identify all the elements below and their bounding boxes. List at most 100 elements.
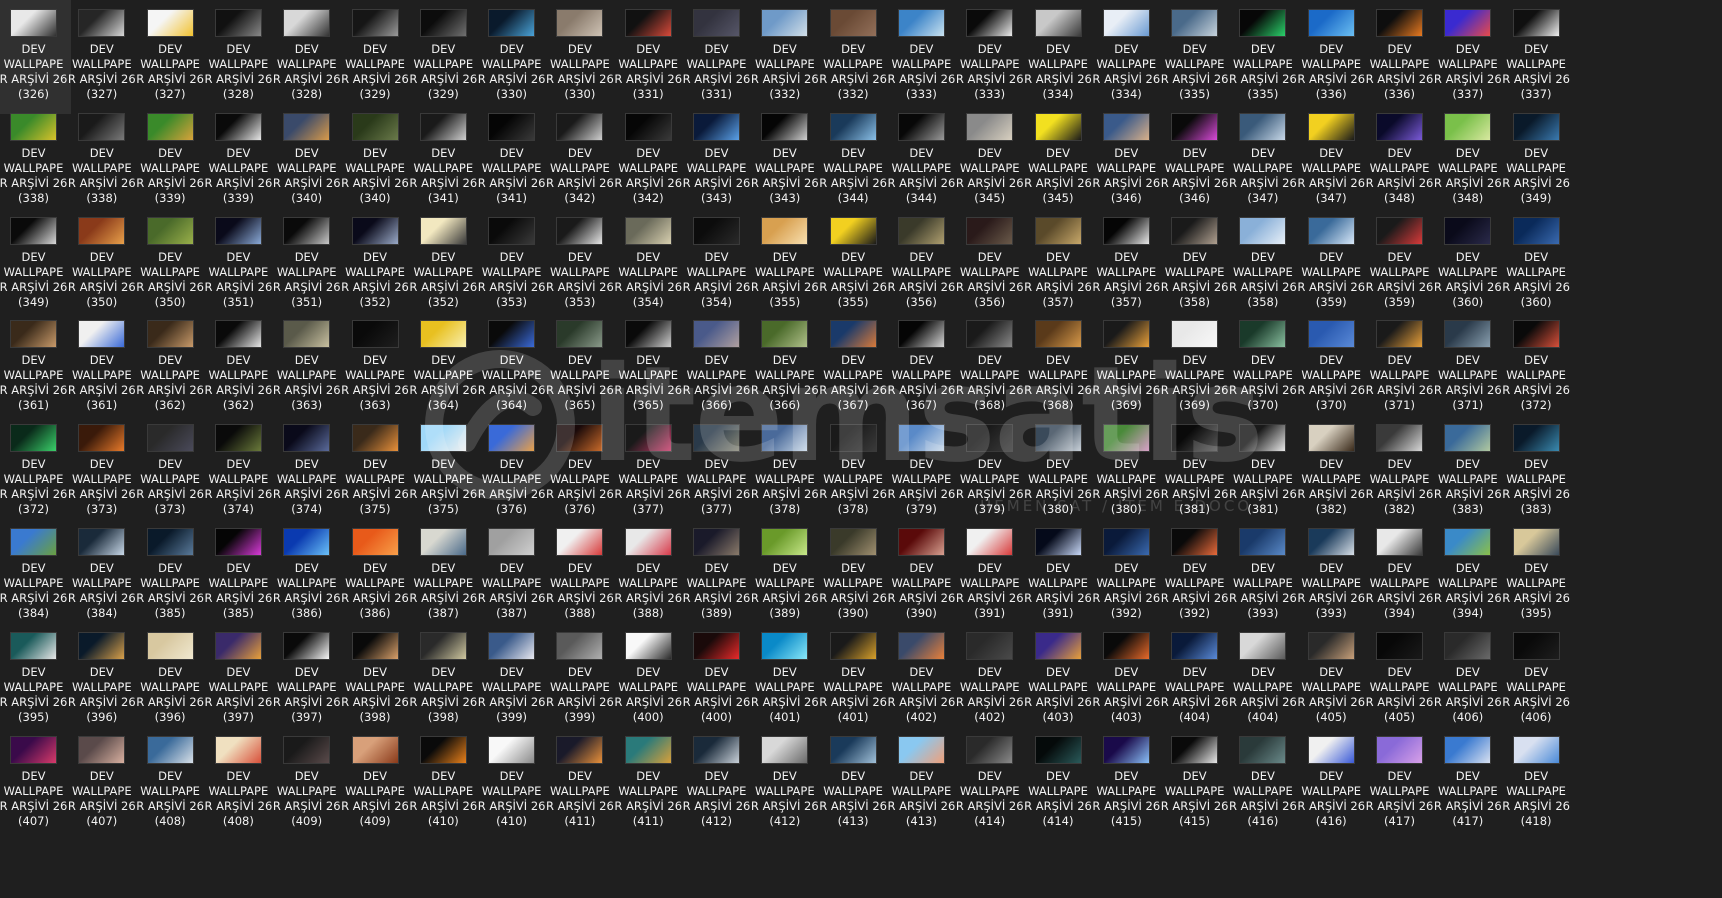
file-item[interactable]: DEV WALLPAPE R ARŞİVİ 26 (369) bbox=[1157, 311, 1232, 425]
file-item[interactable]: DEV WALLPAPE R ARŞİVİ 26 (331) bbox=[679, 0, 754, 114]
file-item[interactable]: DEV WALLPAPE R ARŞİVİ 26 (382) bbox=[1294, 415, 1369, 529]
file-item[interactable]: DEV WALLPAPE R ARŞİVİ 26 (394) bbox=[1430, 519, 1505, 633]
file-item[interactable]: DEV WALLPAPE R ARŞİVİ 26 (333) bbox=[952, 0, 1027, 114]
file-item[interactable]: DEV WALLPAPE R ARŞİVİ 26 (351) bbox=[269, 208, 344, 322]
file-item[interactable]: DEV WALLPAPE R ARŞİVİ 26 (354) bbox=[679, 208, 754, 322]
file-item[interactable]: DEV WALLPAPE R ARŞİVİ 26 (400) bbox=[611, 623, 686, 737]
file-item[interactable]: DEV WALLPAPE R ARŞİVİ 26 (378) bbox=[816, 415, 891, 529]
file-item[interactable]: DEV WALLPAPE R ARŞİVİ 26 (376) bbox=[542, 415, 617, 529]
file-item[interactable]: DEV WALLPAPE R ARŞİVİ 26 (360) bbox=[1430, 208, 1505, 322]
file-item[interactable]: DEV WALLPAPE R ARŞİVİ 26 (364) bbox=[406, 311, 481, 425]
file-item[interactable]: DEV WALLPAPE R ARŞİVİ 26 (331) bbox=[611, 0, 686, 114]
file-item[interactable]: DEV WALLPAPE R ARŞİVİ 26 (340) bbox=[338, 104, 413, 218]
file-item[interactable]: DEV WALLPAPE R ARŞİVİ 26 (349) bbox=[0, 208, 71, 322]
file-item[interactable]: DEV WALLPAPE R ARŞİVİ 26 (406) bbox=[1499, 623, 1574, 737]
file-item[interactable]: DEV WALLPAPE R ARŞİVİ 26 (342) bbox=[542, 104, 617, 218]
file-item[interactable]: DEV WALLPAPE R ARŞİVİ 26 (417) bbox=[1430, 727, 1505, 841]
file-item[interactable]: DEV WALLPAPE R ARŞİVİ 26 (411) bbox=[542, 727, 617, 841]
file-item[interactable]: DEV WALLPAPE R ARŞİVİ 26 (381) bbox=[1157, 415, 1232, 529]
file-item[interactable]: DEV WALLPAPE R ARŞİVİ 26 (358) bbox=[1157, 208, 1232, 322]
file-item[interactable]: DEV WALLPAPE R ARŞİVİ 26 (385) bbox=[201, 519, 276, 633]
file-item[interactable]: DEV WALLPAPE R ARŞİVİ 26 (330) bbox=[542, 0, 617, 114]
file-item[interactable]: DEV WALLPAPE R ARŞİVİ 26 (405) bbox=[1362, 623, 1437, 737]
file-item[interactable]: DEV WALLPAPE R ARŞİVİ 26 (348) bbox=[1362, 104, 1437, 218]
file-item[interactable]: DEV WALLPAPE R ARŞİVİ 26 (350) bbox=[133, 208, 208, 322]
file-item[interactable]: DEV WALLPAPE R ARŞİVİ 26 (401) bbox=[816, 623, 891, 737]
file-item[interactable]: DEV WALLPAPE R ARŞİVİ 26 (346) bbox=[1089, 104, 1164, 218]
file-item[interactable]: DEV WALLPAPE R ARŞİVİ 26 (402) bbox=[952, 623, 1027, 737]
file-item[interactable]: DEV WALLPAPE R ARŞİVİ 26 (343) bbox=[679, 104, 754, 218]
file-item[interactable]: DEV WALLPAPE R ARŞİVİ 26 (373) bbox=[64, 415, 139, 529]
file-item[interactable]: DEV WALLPAPE R ARŞİVİ 26 (367) bbox=[884, 311, 959, 425]
file-item[interactable]: DEV WALLPAPE R ARŞİVİ 26 (379) bbox=[952, 415, 1027, 529]
file-item[interactable]: DEV WALLPAPE R ARŞİVİ 26 (382) bbox=[1362, 415, 1437, 529]
file-item[interactable]: DEV WALLPAPE R ARŞİVİ 26 (379) bbox=[884, 415, 959, 529]
file-item[interactable]: DEV WALLPAPE R ARŞİVİ 26 (387) bbox=[474, 519, 549, 633]
file-item[interactable]: DEV WALLPAPE R ARŞİVİ 26 (340) bbox=[269, 104, 344, 218]
file-item[interactable]: DEV WALLPAPE R ARŞİVİ 26 (346) bbox=[1157, 104, 1232, 218]
file-item[interactable]: DEV WALLPAPE R ARŞİVİ 26 (413) bbox=[816, 727, 891, 841]
file-item[interactable]: DEV WALLPAPE R ARŞİVİ 26 (377) bbox=[679, 415, 754, 529]
file-item[interactable]: DEV WALLPAPE R ARŞİVİ 26 (403) bbox=[1089, 623, 1164, 737]
file-item[interactable]: DEV WALLPAPE R ARŞİVİ 26 (377) bbox=[611, 415, 686, 529]
file-item[interactable]: DEV WALLPAPE R ARŞİVİ 26 (327) bbox=[133, 0, 208, 114]
file-item[interactable]: DEV WALLPAPE R ARŞİVİ 26 (347) bbox=[1225, 104, 1300, 218]
file-item[interactable]: DEV WALLPAPE R ARŞİVİ 26 (403) bbox=[1021, 623, 1096, 737]
file-item[interactable]: DEV WALLPAPE R ARŞİVİ 26 (371) bbox=[1362, 311, 1437, 425]
file-item[interactable]: DEV WALLPAPE R ARŞİVİ 26 (356) bbox=[952, 208, 1027, 322]
file-item[interactable]: DEV WALLPAPE R ARŞİVİ 26 (348) bbox=[1430, 104, 1505, 218]
file-item[interactable]: DEV WALLPAPE R ARŞİVİ 26 (380) bbox=[1089, 415, 1164, 529]
file-item[interactable]: DEV WALLPAPE R ARŞİVİ 26 (351) bbox=[201, 208, 276, 322]
file-item[interactable]: DEV WALLPAPE R ARŞİVİ 26 (386) bbox=[338, 519, 413, 633]
file-item[interactable]: DEV WALLPAPE R ARŞİVİ 26 (339) bbox=[201, 104, 276, 218]
file-item[interactable]: DEV WALLPAPE R ARŞİVİ 26 (409) bbox=[269, 727, 344, 841]
file-item[interactable]: DEV WALLPAPE R ARŞİVİ 26 (345) bbox=[1021, 104, 1096, 218]
file-item[interactable]: DEV WALLPAPE R ARŞİVİ 26 (402) bbox=[884, 623, 959, 737]
file-item[interactable]: DEV WALLPAPE R ARŞİVİ 26 (362) bbox=[133, 311, 208, 425]
file-item[interactable]: DEV WALLPAPE R ARŞİVİ 26 (375) bbox=[338, 415, 413, 529]
file-item[interactable]: DEV WALLPAPE R ARŞİVİ 26 (335) bbox=[1225, 0, 1300, 114]
file-item[interactable]: DEV WALLPAPE R ARŞİVİ 26 (391) bbox=[1021, 519, 1096, 633]
file-item[interactable]: DEV WALLPAPE R ARŞİVİ 26 (400) bbox=[679, 623, 754, 737]
file-item[interactable]: DEV WALLPAPE R ARŞİVİ 26 (372) bbox=[1499, 311, 1574, 425]
file-item[interactable]: DEV WALLPAPE R ARŞİVİ 26 (363) bbox=[269, 311, 344, 425]
file-item[interactable]: DEV WALLPAPE R ARŞİVİ 26 (390) bbox=[884, 519, 959, 633]
file-item[interactable]: DEV WALLPAPE R ARŞİVİ 26 (355) bbox=[747, 208, 822, 322]
file-item[interactable]: DEV WALLPAPE R ARŞİVİ 26 (341) bbox=[474, 104, 549, 218]
file-item[interactable]: DEV WALLPAPE R ARŞİVİ 26 (350) bbox=[64, 208, 139, 322]
file-item[interactable]: DEV WALLPAPE R ARŞİVİ 26 (411) bbox=[611, 727, 686, 841]
file-item[interactable]: DEV WALLPAPE R ARŞİVİ 26 (345) bbox=[952, 104, 1027, 218]
file-item[interactable]: DEV WALLPAPE R ARŞİVİ 26 (367) bbox=[816, 311, 891, 425]
file-item[interactable]: DEV WALLPAPE R ARŞİVİ 26 (395) bbox=[1499, 519, 1574, 633]
file-item[interactable]: DEV WALLPAPE R ARŞİVİ 26 (405) bbox=[1294, 623, 1369, 737]
file-item[interactable]: DEV WALLPAPE R ARŞİVİ 26 (389) bbox=[679, 519, 754, 633]
file-item[interactable]: DEV WALLPAPE R ARŞİVİ 26 (388) bbox=[611, 519, 686, 633]
file-item[interactable]: DEV WALLPAPE R ARŞİVİ 26 (383) bbox=[1499, 415, 1574, 529]
file-item[interactable]: DEV WALLPAPE R ARŞİVİ 26 (391) bbox=[952, 519, 1027, 633]
file-item[interactable]: DEV WALLPAPE R ARŞİVİ 26 (337) bbox=[1499, 0, 1574, 114]
file-item[interactable]: DEV WALLPAPE R ARŞİVİ 26 (355) bbox=[816, 208, 891, 322]
file-item[interactable]: DEV WALLPAPE R ARŞİVİ 26 (369) bbox=[1089, 311, 1164, 425]
file-item[interactable]: DEV WALLPAPE R ARŞİVİ 26 (385) bbox=[133, 519, 208, 633]
file-item[interactable]: DEV WALLPAPE R ARŞİVİ 26 (327) bbox=[64, 0, 139, 114]
file-item[interactable]: DEV WALLPAPE R ARŞİVİ 26 (408) bbox=[201, 727, 276, 841]
file-item[interactable]: DEV WALLPAPE R ARŞİVİ 26 (339) bbox=[133, 104, 208, 218]
file-item[interactable]: DEV WALLPAPE R ARŞİVİ 26 (358) bbox=[1225, 208, 1300, 322]
file-item[interactable]: DEV WALLPAPE R ARŞİVİ 26 (352) bbox=[338, 208, 413, 322]
file-item[interactable]: DEV WALLPAPE R ARŞİVİ 26 (371) bbox=[1430, 311, 1505, 425]
file-item[interactable]: DEV WALLPAPE R ARŞİVİ 26 (404) bbox=[1225, 623, 1300, 737]
file-item[interactable]: DEV WALLPAPE R ARŞİVİ 26 (364) bbox=[474, 311, 549, 425]
file-item[interactable]: DEV WALLPAPE R ARŞİVİ 26 (328) bbox=[269, 0, 344, 114]
file-item[interactable]: DEV WALLPAPE R ARŞİVİ 26 (393) bbox=[1294, 519, 1369, 633]
file-item[interactable]: DEV WALLPAPE R ARŞİVİ 26 (337) bbox=[1430, 0, 1505, 114]
file-item[interactable]: DEV WALLPAPE R ARŞİVİ 26 (384) bbox=[64, 519, 139, 633]
file-item[interactable]: DEV WALLPAPE R ARŞİVİ 26 (365) bbox=[542, 311, 617, 425]
file-item[interactable]: DEV WALLPAPE R ARŞİVİ 26 (332) bbox=[747, 0, 822, 114]
file-item[interactable]: DEV WALLPAPE R ARŞİVİ 26 (335) bbox=[1157, 0, 1232, 114]
file-item[interactable]: DEV WALLPAPE R ARŞİVİ 26 (415) bbox=[1157, 727, 1232, 841]
file-item[interactable]: DEV WALLPAPE R ARŞİVİ 26 (408) bbox=[133, 727, 208, 841]
file-item[interactable]: DEV WALLPAPE R ARŞİVİ 26 (398) bbox=[406, 623, 481, 737]
file-item[interactable]: DEV WALLPAPE R ARŞİVİ 26 (376) bbox=[474, 415, 549, 529]
file-item[interactable]: DEV WALLPAPE R ARŞİVİ 26 (386) bbox=[269, 519, 344, 633]
file-item[interactable]: DEV WALLPAPE R ARŞİVİ 26 (336) bbox=[1294, 0, 1369, 114]
